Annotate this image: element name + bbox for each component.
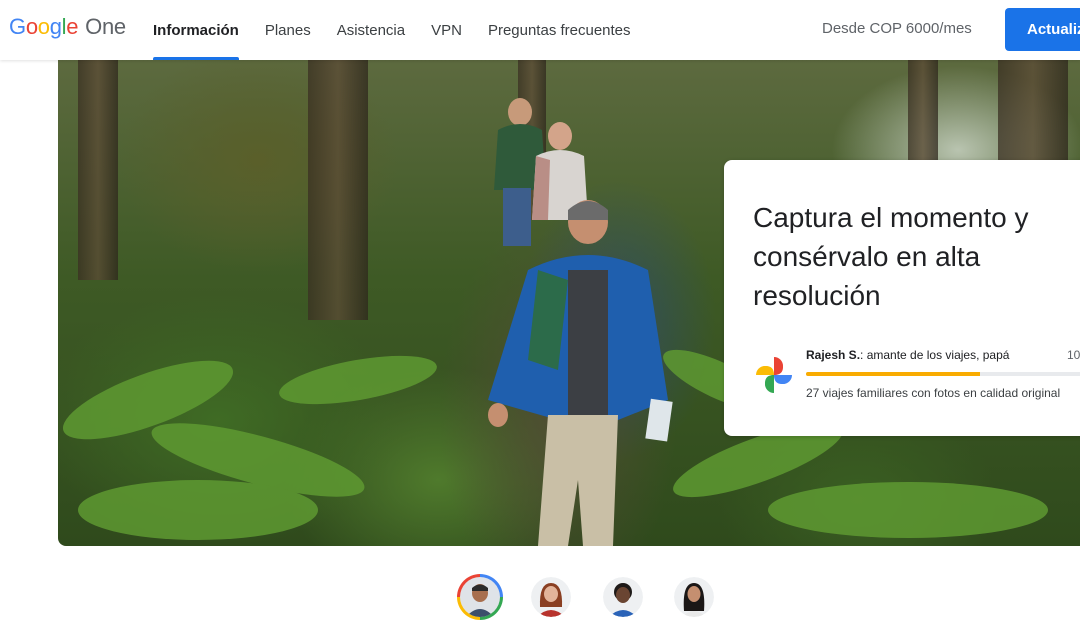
testimonial-subtitle: 27 viajes familiares con fotos en calida… <box>806 386 1061 400</box>
nav-item-planes[interactable]: Planes <box>252 0 324 60</box>
nav-item-preguntas-frecuentes[interactable]: Preguntas frecuentes <box>475 0 644 60</box>
price-label: Desde COP 6000/mes <box>822 20 972 37</box>
top-nav-bar: Google One Información Planes Asistencia… <box>0 0 1080 60</box>
main-nav: Información Planes Asistencia VPN Pregun… <box>140 0 644 60</box>
google-photos-icon <box>756 357 792 393</box>
avatar <box>460 577 500 617</box>
avatar-woman-3[interactable] <box>674 577 714 617</box>
upgrade-button[interactable]: Actualizar <box>1005 8 1080 51</box>
avatar <box>674 577 714 617</box>
avatar <box>603 577 643 617</box>
nav-item-informacion[interactable]: Información <box>140 0 252 60</box>
testimonial-card: Captura el momento y consérvalo en alta … <box>724 160 1080 436</box>
story-progress-fill <box>806 372 980 376</box>
testimonial-author: Rajesh S.: amante de los viajes, papá <box>806 348 1010 362</box>
google-one-logo[interactable]: Google One <box>9 14 126 44</box>
avatar-woman-2[interactable] <box>603 577 643 617</box>
avatar <box>531 577 571 617</box>
testimonial-avatars <box>0 574 1080 620</box>
nav-item-asistencia[interactable]: Asistencia <box>324 0 418 60</box>
nav-item-vpn[interactable]: VPN <box>418 0 475 60</box>
card-title: Captura el momento y consérvalo en alta … <box>753 202 1029 311</box>
avatar-woman-1[interactable] <box>531 577 571 617</box>
testimonial-count: 10 <box>1067 348 1080 362</box>
avatar-man-1[interactable] <box>457 574 503 620</box>
story-progress-bar <box>806 372 1080 376</box>
